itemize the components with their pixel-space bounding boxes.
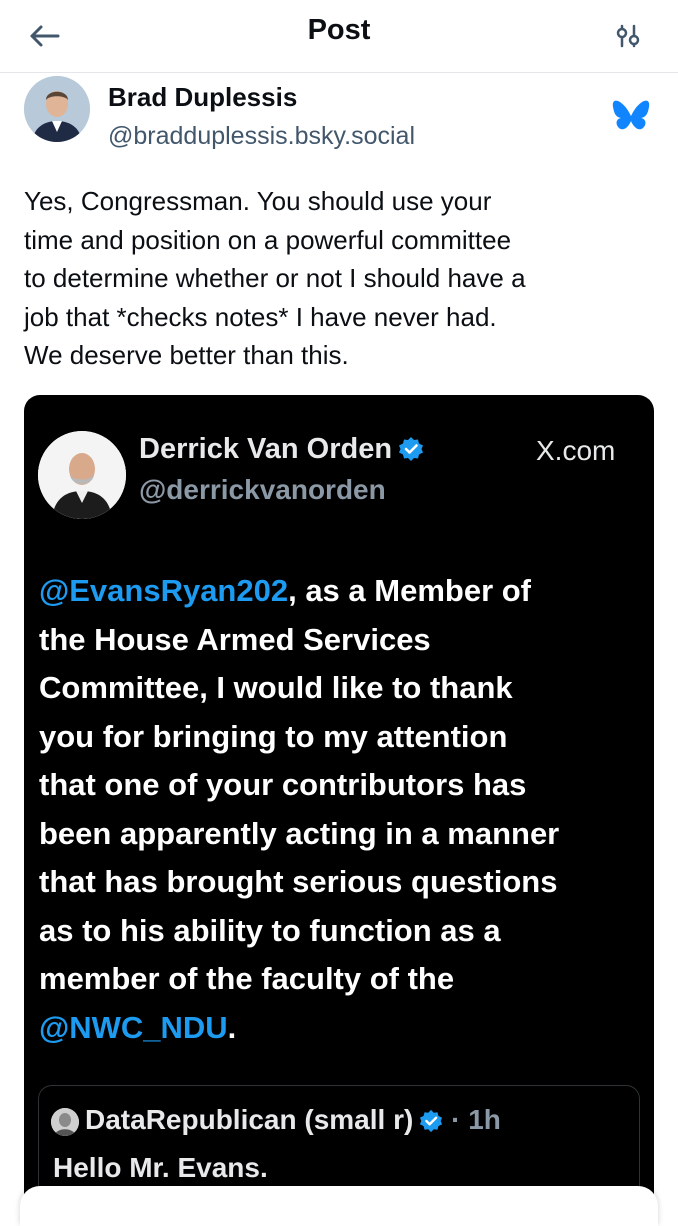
embed-author-name: Derrick Van Orden bbox=[139, 433, 393, 465]
top-bar: Post bbox=[0, 0, 678, 73]
sliders-icon bbox=[616, 24, 640, 48]
author-name[interactable]: Brad Duplessis bbox=[108, 82, 297, 113]
quoted-author-name: DataRepublican (small r) bbox=[85, 1104, 414, 1135]
embed-post-body: , as a Member of the House Armed Service… bbox=[39, 573, 560, 996]
post-text: Yes, Congressman. You should use your ti… bbox=[24, 186, 526, 370]
embed-source-label: X.com bbox=[536, 435, 616, 466]
page-title: Post bbox=[307, 14, 371, 46]
quoted-text: Hello Mr. Evans. bbox=[53, 1152, 268, 1183]
author-avatar[interactable] bbox=[24, 76, 90, 142]
embed-mention-link: @EvansRyan202 bbox=[39, 573, 289, 608]
thread-settings-button[interactable] bbox=[606, 18, 650, 54]
quoted-author-avatar bbox=[51, 1108, 79, 1136]
embed-mention-link: @NWC_NDU bbox=[39, 1009, 228, 1045]
butterfly-icon bbox=[612, 100, 650, 130]
verified-badge-icon bbox=[399, 437, 424, 461]
bottom-sheet-edge bbox=[20, 1186, 658, 1226]
embed-author-avatar bbox=[38, 431, 126, 519]
embedded-image[interactable]: Derrick Van Orden X.com @derrickvanorden… bbox=[24, 395, 654, 1215]
embed-post-text: @EvansRyan202, as a Member of the House … bbox=[39, 567, 645, 1052]
author-handle[interactable]: @bradduplessis.bsky.social bbox=[108, 122, 415, 151]
quoted-time: · 1h bbox=[451, 1104, 501, 1135]
embed-author-handle: @derrickvanorden bbox=[139, 474, 386, 505]
embed-author-name-row: Derrick Van Orden bbox=[139, 433, 424, 466]
embed-post-end: . bbox=[227, 1009, 237, 1045]
verified-badge-icon bbox=[420, 1109, 443, 1133]
quoted-author-row: DataRepublican (small r) · 1h bbox=[85, 1104, 501, 1136]
